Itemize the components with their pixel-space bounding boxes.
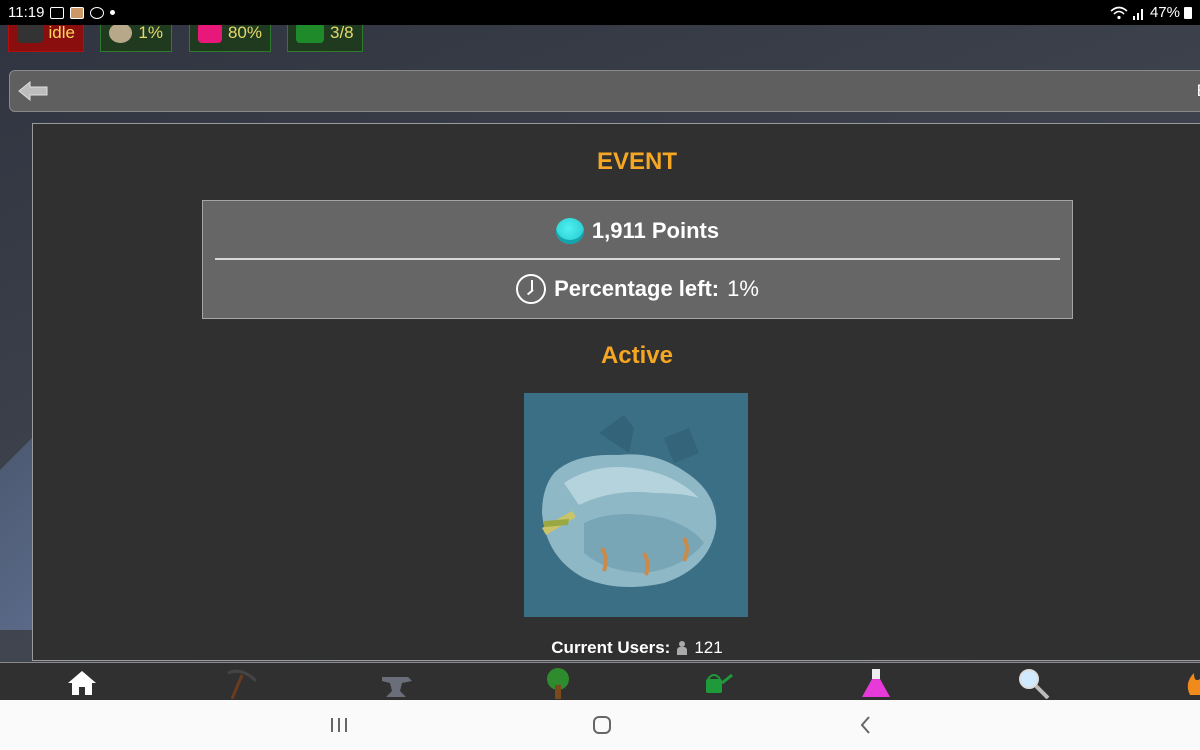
current-users-line: Current Users: 121: [33, 638, 1200, 658]
idle-status-label: idle: [48, 23, 75, 42]
woodcutting-button[interactable]: [540, 667, 576, 699]
navbar-cut-text: E: [1197, 81, 1200, 101]
gallery-notification-icon: [50, 6, 65, 19]
back-nav-button[interactable]: [854, 713, 878, 737]
back-arrow-icon: [18, 80, 48, 102]
event-panel: EVENT 1,911 Points Percentage left: 1% A…: [32, 123, 1200, 661]
points-row: 1,911 Points: [203, 205, 1072, 257]
anvil-icon: [382, 677, 412, 697]
rock-icon: [109, 23, 133, 43]
more-notifications-dot: [110, 10, 116, 15]
percentage-value: 1%: [727, 276, 759, 301]
watering-can-icon: [706, 673, 733, 693]
home-icon: [68, 671, 96, 695]
rock-progress-label: 1%: [138, 23, 163, 42]
app-notification-icon: [70, 6, 85, 19]
coin-icon: [555, 218, 584, 244]
pickaxe-icon: [227, 669, 258, 700]
header-navbar: E: [9, 70, 1200, 112]
event-status: Active: [600, 342, 674, 369]
recent-apps-icon: [331, 718, 347, 732]
event-title: EVENT: [596, 148, 677, 175]
home-button[interactable]: [64, 667, 100, 699]
tractor-count-label: 3/8: [330, 23, 354, 42]
current-users-label: Current Users:: [551, 638, 671, 657]
tree-icon: [547, 668, 569, 699]
search-button[interactable]: [1016, 667, 1052, 700]
android-status-bar: 11:19 47%: [0, 0, 1200, 25]
campfire-icon: [1187, 673, 1200, 695]
android-navigation-bar: [0, 700, 1200, 750]
info-divider: [215, 258, 1060, 260]
recent-apps-button[interactable]: [327, 713, 351, 737]
mining-button[interactable]: [222, 667, 258, 700]
back-button[interactable]: [16, 78, 50, 104]
event-info-box: 1,911 Points Percentage left: 1%: [202, 200, 1073, 319]
farming-button[interactable]: [698, 667, 734, 699]
furnace-progress-label: 80%: [227, 23, 262, 42]
current-users-count: 121: [694, 638, 723, 657]
percentage-row: Percentage left: 1%: [203, 263, 1072, 315]
wifi-icon: [1110, 6, 1128, 19]
battery-percentage: 47%: [1149, 4, 1180, 21]
clock-icon: [516, 274, 547, 304]
clock-time: 11:19: [8, 4, 45, 21]
points-text: 1,911 Points: [591, 218, 720, 243]
user-icon: [676, 641, 688, 655]
flask-icon: [862, 669, 890, 697]
smithing-button[interactable]: [378, 667, 414, 699]
home-nav-button[interactable]: [590, 713, 614, 737]
skills-toolbar: [0, 662, 1200, 700]
event-rock-image[interactable]: [524, 393, 748, 617]
firemaking-button[interactable]: [1180, 667, 1200, 699]
home-circle-icon: [593, 716, 611, 734]
game-notification-icon: [90, 6, 105, 19]
battery-icon: [1184, 6, 1192, 19]
ice-rock-illustration: [524, 393, 748, 617]
ore-cart-icon: [17, 23, 43, 43]
magnifier-icon: [1019, 669, 1050, 700]
brewing-button[interactable]: [858, 667, 894, 699]
furnace-icon: [198, 23, 222, 43]
percentage-label: Percentage left:: [554, 276, 720, 301]
tractor-icon: [296, 23, 324, 43]
signal-icon: [1132, 8, 1143, 20]
chevron-left-icon: [860, 716, 870, 734]
